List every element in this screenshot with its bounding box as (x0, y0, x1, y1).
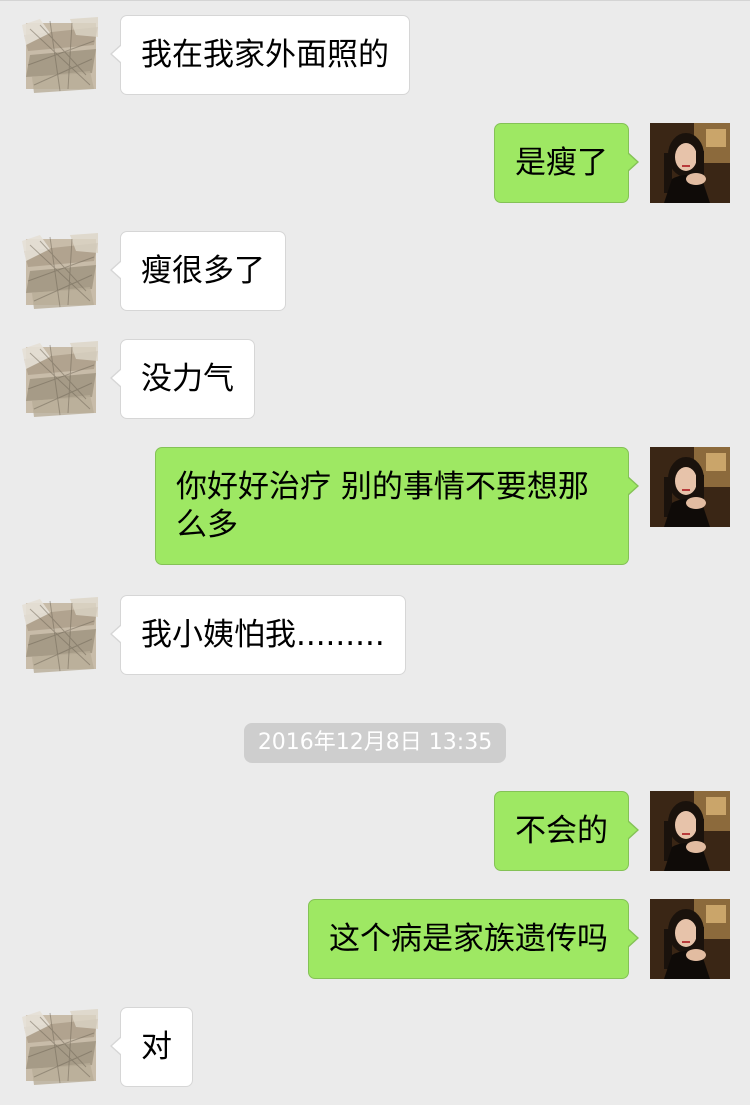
self-avatar-image (650, 899, 730, 979)
self-avatar[interactable] (650, 447, 730, 527)
contact-avatar-image (20, 231, 100, 311)
self-avatar[interactable] (650, 791, 730, 871)
contact-avatar[interactable] (20, 1007, 100, 1087)
message-text: 我在我家外面照的 (141, 37, 389, 73)
incoming-message-bubble[interactable]: 对 (110, 1007, 193, 1087)
self-avatar-image (650, 123, 730, 203)
self-avatar-image (650, 447, 730, 527)
outgoing-message-bubble[interactable]: 是瘦了 (494, 123, 639, 203)
contact-avatar[interactable] (20, 339, 100, 419)
outgoing-message-bubble[interactable]: 不会的 (494, 791, 639, 871)
contact-avatar-image (20, 15, 100, 95)
timestamp-text: 2016年12月8日 13:35 (257, 730, 493, 755)
incoming-message-bubble[interactable]: 没力气 (110, 339, 255, 419)
message-text: 是瘦了 (515, 145, 608, 181)
incoming-message-bubble[interactable]: 我在我家外面照的 (110, 15, 410, 95)
message-text: 没力气 (141, 361, 234, 397)
self-avatar-image (650, 791, 730, 871)
self-avatar[interactable] (650, 899, 730, 979)
contact-avatar-image (20, 339, 100, 419)
incoming-message-bubble[interactable]: 我小姨怕我......... (110, 595, 406, 675)
message-text: 瘦很多了 (141, 253, 265, 289)
outgoing-message-bubble[interactable]: 这个病是家族遗传吗 (308, 899, 639, 979)
outgoing-message-bubble[interactable]: 你好好治疗 别的事情不要想那么多 (155, 447, 639, 565)
incoming-message-bubble[interactable]: 瘦很多了 (110, 231, 286, 311)
message-text: 对 (141, 1029, 172, 1065)
contact-avatar[interactable] (20, 231, 100, 311)
message-text: 这个病是家族遗传吗 (329, 921, 608, 957)
top-divider (0, 0, 750, 1)
timestamp-divider: 2016年12月8日 13:35 (244, 723, 506, 763)
contact-avatar[interactable] (20, 595, 100, 675)
contact-avatar-image (20, 595, 100, 675)
message-text: 你好好治疗 别的事情不要想那么多 (176, 469, 589, 543)
contact-avatar[interactable] (20, 15, 100, 95)
message-text: 不会的 (515, 813, 608, 849)
message-text: 我小姨怕我......... (141, 617, 385, 653)
self-avatar[interactable] (650, 123, 730, 203)
contact-avatar-image (20, 1007, 100, 1087)
